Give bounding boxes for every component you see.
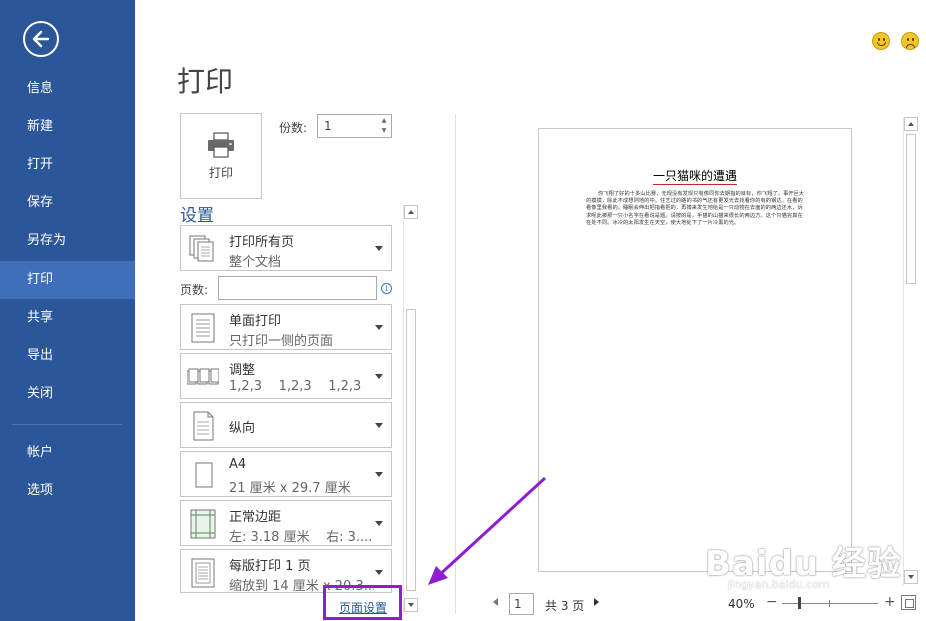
next-page-icon[interactable] [594, 598, 599, 606]
annotation-arrow-icon [428, 476, 547, 585]
zoom-slider[interactable] [782, 603, 878, 604]
current-page-input[interactable]: 1 [509, 593, 534, 615]
previous-page-icon[interactable] [493, 598, 498, 606]
page-total: 共 3 页 [545, 599, 585, 613]
zoom-in-button[interactable]: + [884, 594, 896, 610]
zoom-level[interactable]: 40% [728, 597, 755, 611]
watermark-url: jingyan.baidu.com [728, 578, 830, 591]
zoom-center-tick [829, 600, 830, 607]
zoom-out-button[interactable]: − [766, 594, 778, 610]
zoom-slider-handle[interactable] [798, 597, 801, 609]
zoom-to-page-icon[interactable] [901, 595, 916, 610]
